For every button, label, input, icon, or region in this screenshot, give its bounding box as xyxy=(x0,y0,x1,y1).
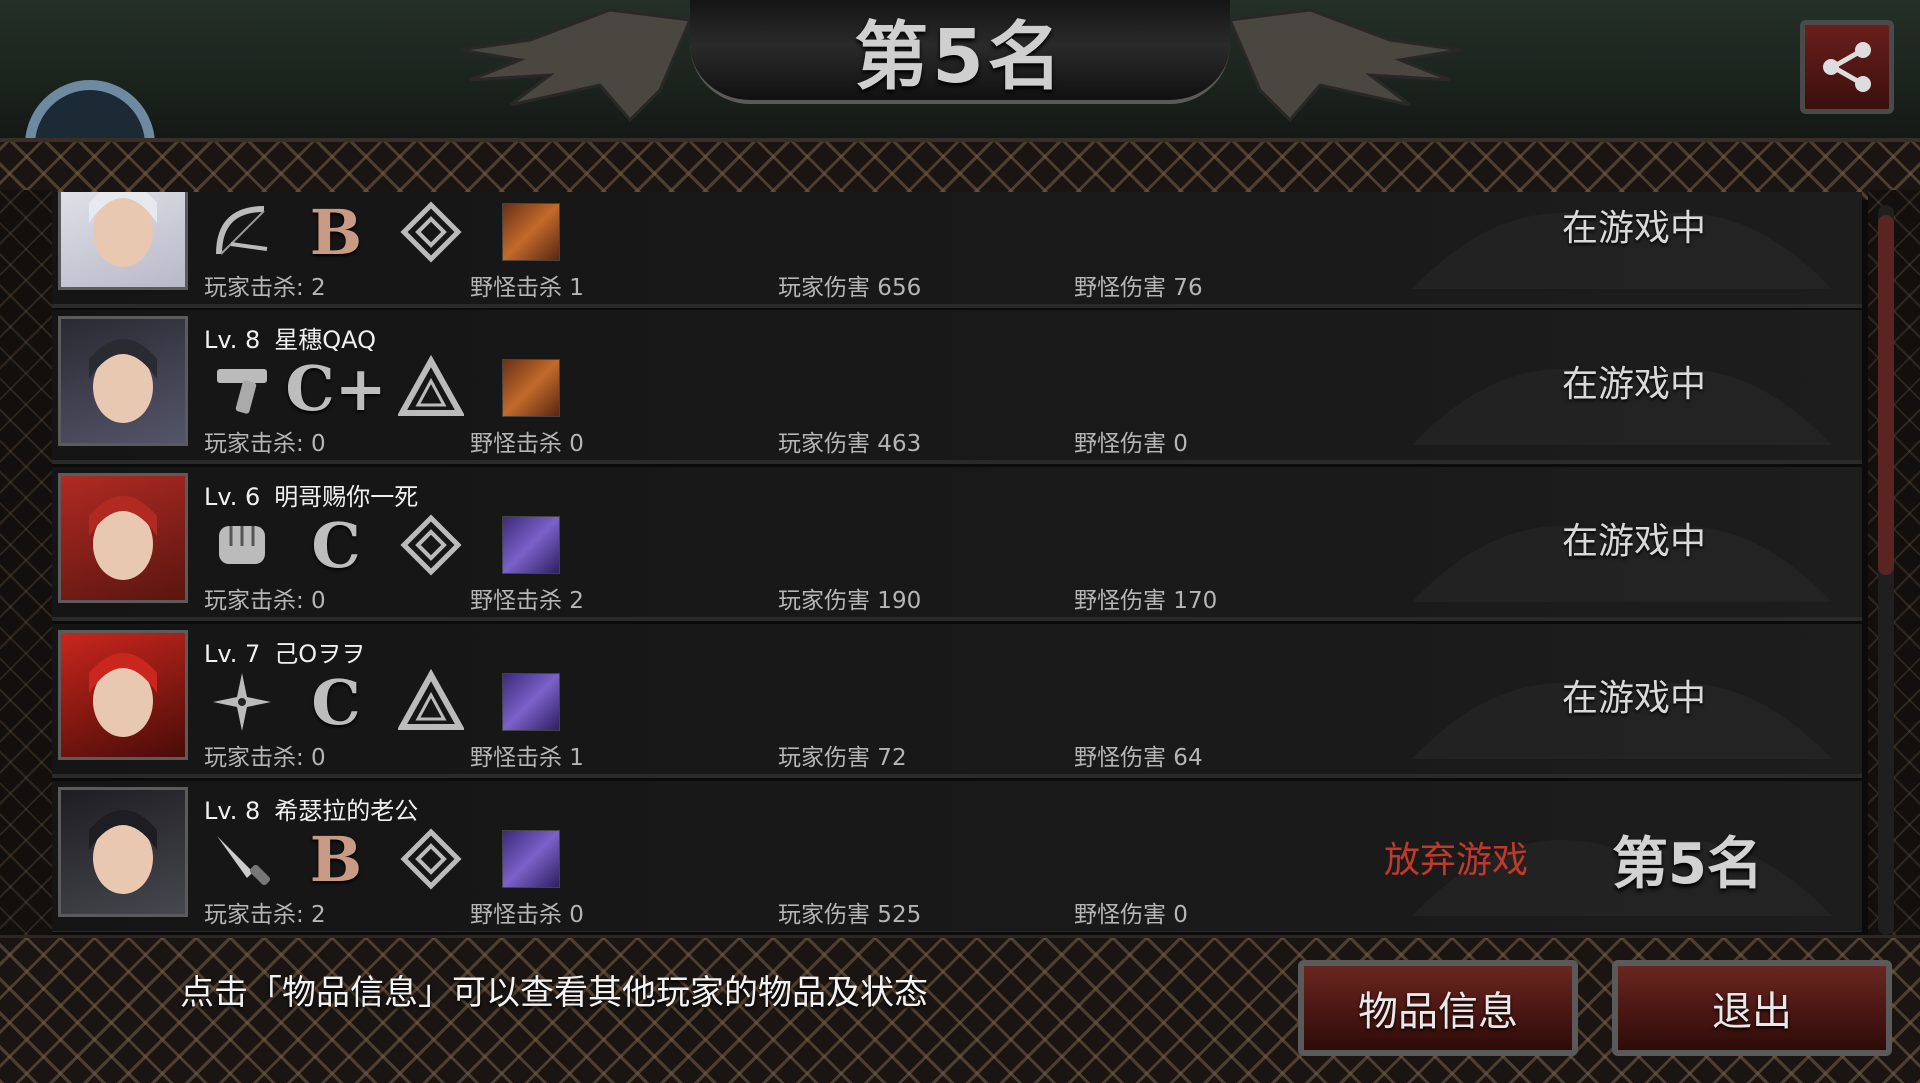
player-kills: 玩家击杀: 0 xyxy=(204,745,326,771)
monster-kills: 野怪击杀 2 xyxy=(470,588,584,614)
player-name: 希瑟拉的老公 xyxy=(274,797,419,825)
fist-icon xyxy=(208,511,276,579)
grade-badge: C xyxy=(302,508,370,582)
player-level-name: Lv. 7 己Oヲヲ xyxy=(204,634,365,669)
bow-icon xyxy=(208,198,276,266)
player-row[interactable]: Lv. 8 星穗QAQ C+ 玩家击杀: 0 野怪击杀 0 玩家伤害 463 野怪伤害 0 在… xyxy=(52,310,1862,464)
player-portrait[interactable] xyxy=(58,192,188,290)
grade-label: C xyxy=(311,508,361,582)
player-portrait[interactable] xyxy=(58,630,188,760)
list-scrollbar[interactable] xyxy=(1878,205,1894,935)
monster-kills: 野怪击杀 1 xyxy=(470,275,584,301)
grade-badge: C+ xyxy=(285,352,386,425)
item-slot[interactable] xyxy=(497,198,565,266)
status-label: 在游戏中 xyxy=(1562,208,1707,249)
player-name: 星穗QAQ xyxy=(274,326,377,354)
rank-title: 第5名 xyxy=(854,13,1066,100)
shuriken-icon xyxy=(208,668,276,736)
item-icon xyxy=(502,359,560,417)
status-label: 在游戏中 xyxy=(1562,364,1707,405)
diamond-emblem-icon xyxy=(397,825,465,893)
triangle-emblem-icon xyxy=(397,354,465,422)
exit-button[interactable]: 退出 xyxy=(1612,960,1892,1056)
diamond-emblem-icon xyxy=(397,511,465,579)
grade-label: B xyxy=(309,195,363,269)
monster-damage: 野怪伤害 76 xyxy=(1074,275,1203,301)
grade-label: C+ xyxy=(285,351,387,425)
item-slot[interactable] xyxy=(497,668,565,736)
grade-badge: B xyxy=(302,822,370,896)
monster-damage: 野怪伤害 170 xyxy=(1074,588,1218,614)
player-portrait[interactable] xyxy=(58,787,188,917)
item-slot[interactable] xyxy=(497,511,565,579)
abandon-label: 放弃游戏 xyxy=(1384,840,1529,881)
share-button[interactable] xyxy=(1800,20,1894,114)
right-lattice-frame xyxy=(1868,190,1920,940)
top-lattice-frame xyxy=(0,138,1920,200)
status-label: 在游戏中 xyxy=(1562,678,1707,719)
item-icon xyxy=(502,673,560,731)
status-label: 在游戏中 xyxy=(1562,521,1707,562)
pistol-icon xyxy=(208,354,276,422)
player-level: Lv. 8 xyxy=(204,326,261,354)
player-kills: 玩家击杀: 2 xyxy=(204,902,326,928)
player-damage: 玩家伤害 190 xyxy=(778,588,922,614)
rank-title-banner: 第5名 xyxy=(690,0,1230,104)
monster-kills: 野怪击杀 0 xyxy=(470,431,584,457)
player-row[interactable]: Lv. 6 明哥赐你一死 C 玩家击杀: 0 野怪击杀 2 玩家伤害 190 野怪伤害 17… xyxy=(52,467,1862,621)
scrollbar-thumb[interactable] xyxy=(1878,215,1894,575)
monster-damage: 野怪伤害 0 xyxy=(1074,431,1188,457)
player-damage: 玩家伤害 656 xyxy=(778,275,922,301)
monster-damage: 野怪伤害 64 xyxy=(1074,745,1203,771)
item-icon xyxy=(502,203,560,261)
monster-kills: 野怪击杀 0 xyxy=(470,902,584,928)
monster-kills: 野怪击杀 1 xyxy=(470,745,584,771)
diamond-emblem-icon xyxy=(397,198,465,266)
player-level: Lv. 7 xyxy=(204,640,261,668)
knife-icon xyxy=(208,825,276,893)
player-kills: 玩家击杀: 0 xyxy=(204,431,326,457)
player-damage: 玩家伤害 72 xyxy=(778,745,907,771)
player-damage: 玩家伤害 463 xyxy=(778,431,922,457)
player-level-name: Lv. 8 星穗QAQ xyxy=(204,320,376,355)
right-wing-ornament xyxy=(1230,8,1461,123)
monster-damage: 野怪伤害 0 xyxy=(1074,902,1188,928)
hint-text: 点击「物品信息」可以查看其他玩家的物品及状态 xyxy=(180,973,928,1013)
player-level-name: Lv. 8 希瑟拉的老公 xyxy=(204,791,418,826)
player-portrait[interactable] xyxy=(58,316,188,446)
player-results-list[interactable]: B 玩家击杀: 2 野怪击杀 1 玩家伤害 656 野怪伤害 76 在游戏中 Lv. 8 星穗… xyxy=(52,192,1862,932)
final-rank: 第5名 xyxy=(1612,832,1763,897)
player-row[interactable]: Lv. 7 己Oヲヲ C 玩家击杀: 0 野怪击杀 1 玩家伤害 72 野怪伤害 64 在游戏… xyxy=(52,624,1862,778)
player-name: 明哥赐你一死 xyxy=(274,483,419,511)
item-icon xyxy=(502,830,560,888)
item-slot[interactable] xyxy=(497,354,565,422)
grade-label: C xyxy=(311,665,361,739)
player-kills: 玩家击杀: 0 xyxy=(204,588,326,614)
left-lattice-frame xyxy=(0,190,52,940)
player-level-name: Lv. 6 明哥赐你一死 xyxy=(204,477,418,512)
player-level: Lv. 8 xyxy=(204,797,261,825)
player-row[interactable]: Lv. 8 希瑟拉的老公 B 玩家击杀: 2 野怪击杀 0 玩家伤害 525 野怪伤害 0 放… xyxy=(52,781,1862,932)
grade-badge: B xyxy=(302,195,370,269)
player-name: 己Oヲヲ xyxy=(274,640,366,668)
player-level: Lv. 6 xyxy=(204,483,261,511)
player-damage: 玩家伤害 525 xyxy=(778,902,922,928)
item-slot[interactable] xyxy=(497,825,565,893)
item-info-button[interactable]: 物品信息 xyxy=(1298,960,1578,1056)
left-wing-ornament xyxy=(459,8,690,123)
player-kills: 玩家击杀: 2 xyxy=(204,275,326,301)
item-icon xyxy=(502,516,560,574)
share-icon xyxy=(1823,42,1871,92)
player-portrait[interactable] xyxy=(58,473,188,603)
player-row[interactable]: B 玩家击杀: 2 野怪击杀 1 玩家伤害 656 野怪伤害 76 在游戏中 xyxy=(52,192,1862,308)
grade-label: B xyxy=(309,822,363,896)
grade-badge: C xyxy=(302,665,370,739)
triangle-emblem-icon xyxy=(397,668,465,736)
